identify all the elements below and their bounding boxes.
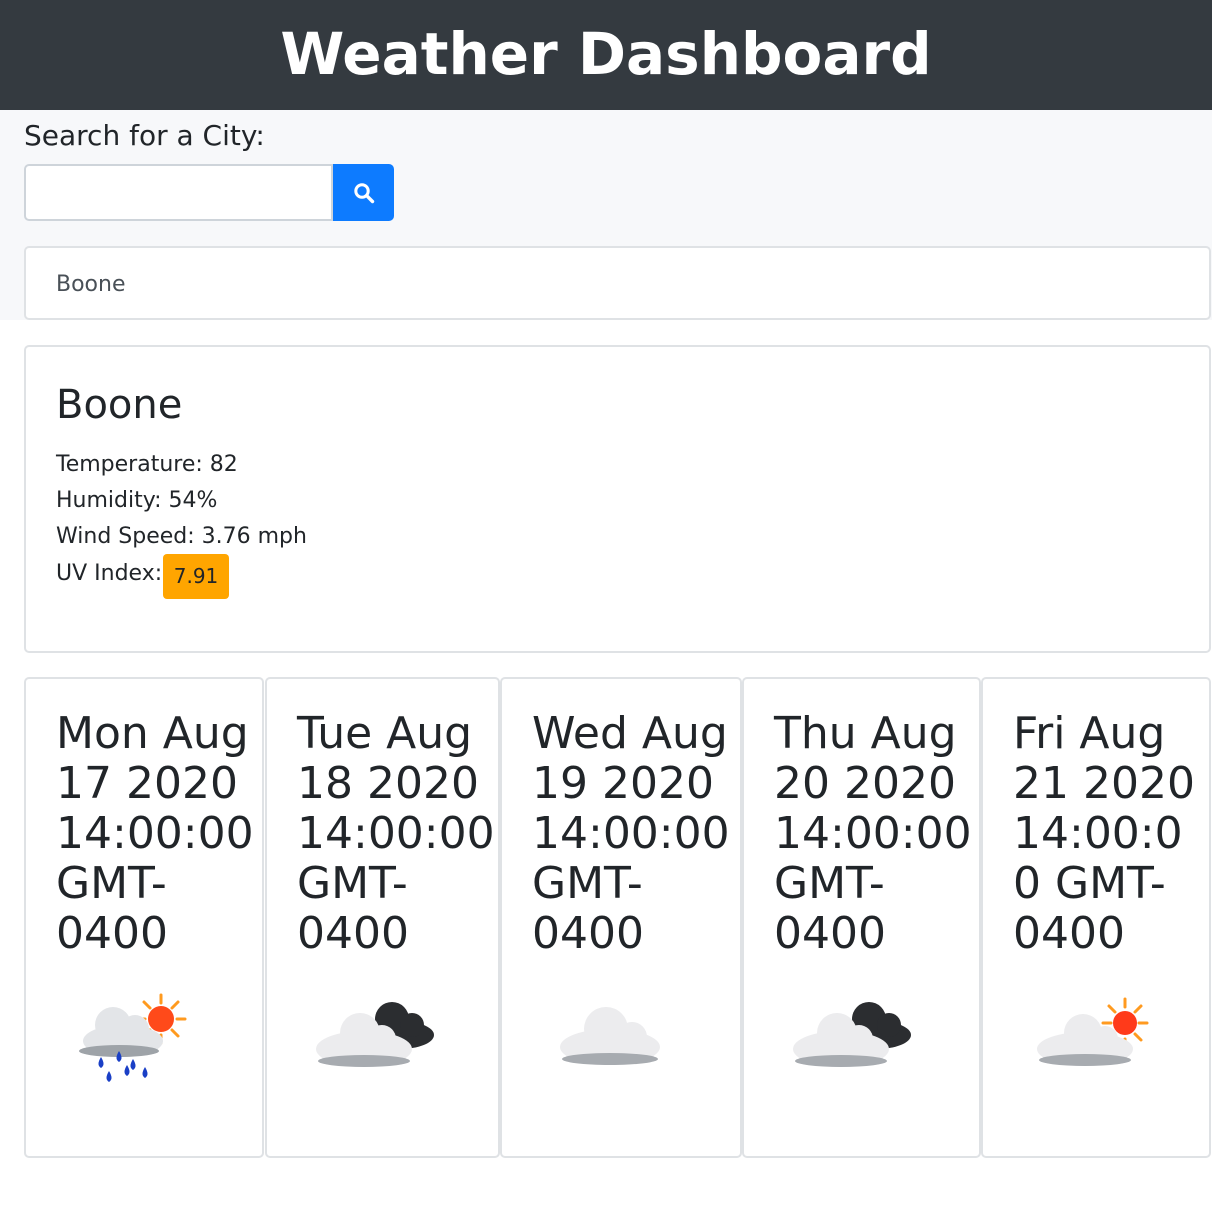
forecast-card-5: Fri Aug 21 2020 14:00:00 GMT-0400 (981, 677, 1211, 1158)
uv-index-badge: 7.91 (163, 554, 229, 599)
current-city-name: Boone (56, 382, 183, 428)
temperature-text: Temperature: 82 (56, 452, 238, 477)
page-header: Weather Dashboard (0, 0, 1212, 110)
forecast-card-4: Thu Aug 20 2020 14:00:00 GMT-0400 (742, 677, 981, 1158)
rain-sun-icon (79, 993, 187, 1082)
wind-speed-text: Wind Speed: 3.76 mph (56, 524, 307, 549)
cloud-icon (560, 1007, 660, 1065)
search-section: Search for a City: Boone (0, 110, 1212, 320)
forecast-date: Tue Aug 18 2020 14:00:00 GMT-0400 (297, 708, 495, 959)
current-weather-card: Boone Temperature: 82 Humidity: 54% Wind… (24, 345, 1211, 653)
search-icon (353, 182, 374, 203)
search-label: Search for a City: (24, 119, 265, 152)
search-button[interactable] (333, 164, 394, 221)
history-item-boone[interactable]: Boone (24, 246, 1211, 320)
uv-index-label: UV Index: (56, 561, 163, 586)
forecast-date: Wed Aug 19 2020 14:00:00 GMT-0400 (532, 708, 730, 959)
forecast-date: Mon Aug 17 2020 14:00:00 GMT-0400 (56, 708, 254, 959)
partly-cloudy-icon (1037, 997, 1149, 1066)
forecast-card-2: Tue Aug 18 2020 14:00:00 GMT-0400 (265, 677, 500, 1158)
broken-clouds-icon (316, 1002, 434, 1067)
forecast-card-3: Wed Aug 19 2020 14:00:00 GMT-0400 (500, 677, 742, 1158)
forecast-card-1: Mon Aug 17 2020 14:00:00 GMT-0400 (24, 677, 264, 1158)
city-search-input[interactable] (24, 164, 333, 221)
forecast-date: Thu Aug 20 2020 14:00:00 GMT-0400 (774, 708, 972, 959)
forecast-date: Fri Aug 21 2020 14:00:00 GMT-0400 (1013, 708, 1195, 959)
humidity-text: Humidity: 54% (56, 488, 218, 513)
page-title: Weather Dashboard (280, 20, 932, 88)
broken-clouds-icon (793, 1002, 911, 1067)
